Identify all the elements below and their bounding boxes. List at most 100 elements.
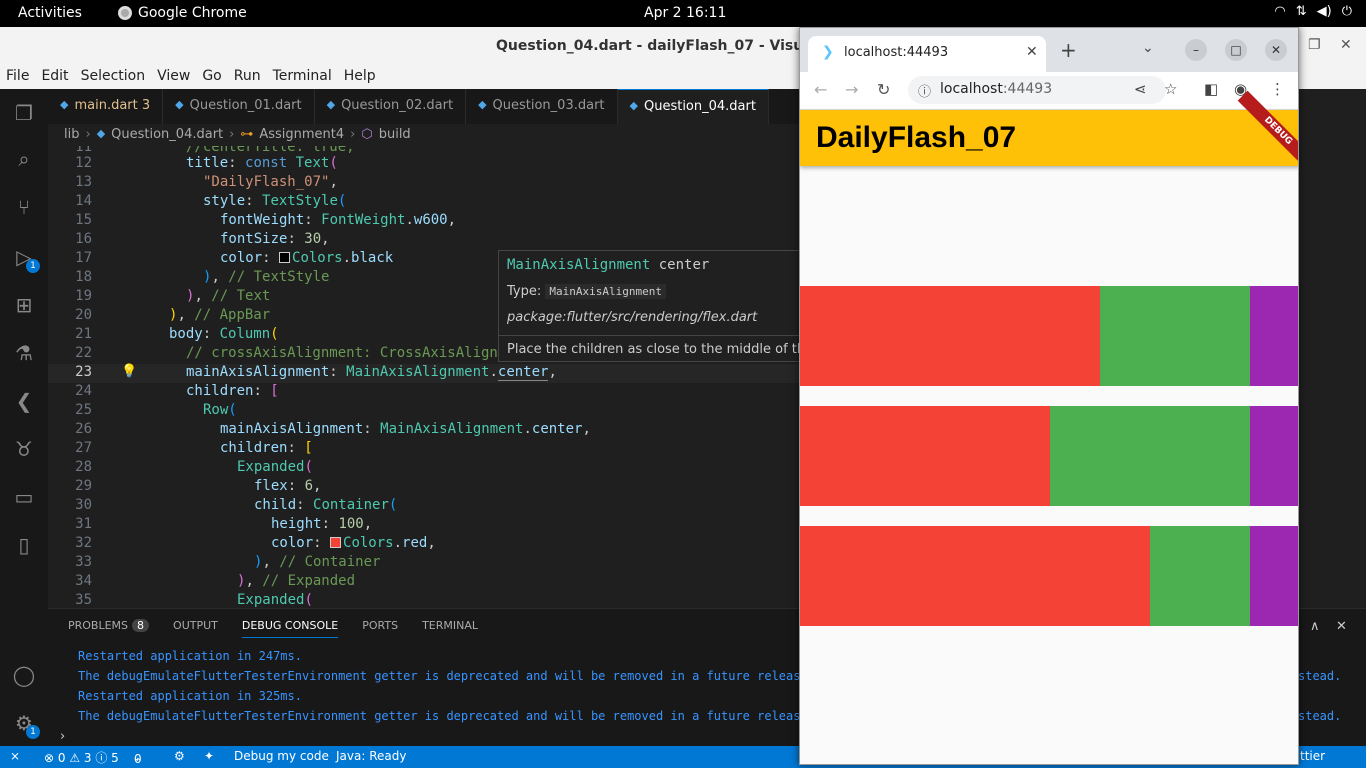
chrome-tab-strip: ❯ localhost:44493 ✕ + ⌄ – □ ✕ — [800, 28, 1298, 72]
app-bar-title: DailyFlash_07 — [816, 121, 1017, 154]
code-line: 28 Expanded( — [75, 459, 313, 475]
search-icon[interactable]: ⌕ — [12, 147, 36, 171]
code-editor[interactable]: 11//centerTitle: true, 12 title: const Te… — [48, 146, 800, 608]
tab-terminal[interactable]: TERMINAL — [422, 619, 478, 638]
menu-help[interactable]: Help — [344, 65, 382, 89]
address-bar[interactable]: ⓘ localhost:44493 — [908, 76, 1166, 104]
debug-status[interactable]: Debug my code — [234, 749, 329, 763]
maximize-panel-icon[interactable]: ∧ — [1310, 619, 1320, 634]
debug-icon[interactable]: ⚙ — [174, 749, 185, 763]
chrome-tab[interactable]: ❯ localhost:44493 ✕ — [808, 36, 1046, 72]
system-top-bar: Activities Google Chrome Apr 2 16:11 ◠ ⇅… — [0, 0, 1366, 27]
share-icon[interactable]: ⋖ — [1134, 80, 1147, 98]
app-menu[interactable]: Google Chrome — [118, 5, 247, 21]
app-name: Google Chrome — [138, 5, 247, 21]
activity-bar: ❐ ⌕ ⑂ ▷ 1 ⊞ ⚗ ❮ ♉ ▭ ▯ ◯ ⚙ 1 — [0, 89, 48, 746]
dart-icon: ◆ — [478, 98, 487, 111]
tab-question-02[interactable]: ◆ Question_02.dart — [315, 89, 467, 124]
menu-edit[interactable]: Edit — [41, 65, 74, 89]
maximize-icon[interactable]: □ — [1225, 39, 1247, 61]
device-icon[interactable]: ▯ — [12, 533, 36, 557]
dart-icon: ◆ — [60, 98, 69, 111]
menu-run[interactable]: Run — [234, 65, 267, 89]
forward-icon[interactable]: → — [845, 80, 858, 99]
tab-main-dart[interactable]: ◆ main.dart 3 — [48, 89, 164, 124]
explorer-icon[interactable]: ❐ — [12, 101, 36, 125]
problems-status[interactable]: ⊗ 0 ⚠ 3 ⓘ 5 — [44, 749, 119, 766]
network-icon: ⇅ — [1295, 4, 1307, 19]
tab-question-04[interactable]: ◆ Question_04.dart — [617, 89, 769, 124]
new-tab-icon[interactable]: + — [1060, 38, 1077, 62]
bookmark-star-icon[interactable]: ☆ — [1164, 80, 1177, 98]
chrome-tab-title: localhost:44493 — [844, 45, 949, 60]
flex-row — [800, 406, 1298, 506]
system-tray[interactable]: ◠ ⇅ ◀) ⏻ — [1274, 4, 1352, 19]
breadcrumb: lib › ◆ Question_04.dart › ⊶ Assignment4… — [48, 124, 800, 146]
wifi-icon: ◠ — [1274, 4, 1286, 19]
menu-file[interactable]: File — [6, 65, 35, 89]
color-swatch-red[interactable] — [330, 537, 342, 548]
dart-icon: ◆ — [629, 99, 638, 112]
breadcrumb-class[interactable]: Assignment4 — [259, 127, 344, 146]
account-icon[interactable]: ◯ — [12, 663, 36, 687]
code-line: 26 mainAxisAlignment: MainAxisAlignment.c… — [75, 421, 591, 437]
console-line: Restarted application in 325ms. — [78, 689, 302, 703]
tab-problems[interactable]: PROBLEMS 8 — [68, 619, 150, 638]
flutter-icon[interactable]: ❮ — [12, 389, 36, 413]
tab-question-01[interactable]: ◆ Question_01.dart — [163, 89, 315, 124]
flutter-favicon-icon: ❯ — [822, 44, 834, 60]
menu-go[interactable]: Go — [202, 65, 227, 89]
breadcrumb-file[interactable]: Question_04.dart — [111, 127, 223, 146]
info-icon[interactable]: ⓘ — [918, 81, 931, 100]
code-line: 29 flex: 6, — [75, 478, 322, 494]
console-prompt-icon[interactable]: › — [60, 729, 65, 744]
remote-icon[interactable]: ⨯ — [10, 749, 20, 763]
volume-icon: ◀) — [1316, 4, 1332, 19]
tab-debug-console[interactable]: DEBUG CONSOLE — [241, 619, 339, 638]
source-control-icon[interactable]: ⑂ — [12, 195, 36, 219]
code-line: 31 height: 100, — [75, 516, 373, 532]
extensions-icon[interactable]: ⊞ — [12, 293, 36, 317]
breadcrumb-folder[interactable]: lib — [64, 127, 79, 146]
code-line: 34), // Expanded — [75, 573, 356, 589]
restore-icon[interactable]: ❐ — [1308, 37, 1321, 53]
chevron-right-icon: › — [85, 127, 91, 142]
remote-explorer-icon[interactable]: ▭ — [12, 485, 36, 509]
flex-row — [800, 286, 1298, 386]
wand-icon[interactable]: ✦ — [204, 749, 214, 763]
tab-ports[interactable]: PORTS — [362, 619, 398, 638]
dart-icon: ◆ — [326, 98, 336, 111]
clock[interactable]: Apr 2 16:11 — [644, 5, 726, 21]
code-line: 13 "DailyFlash_07", — [75, 174, 338, 190]
back-icon[interactable]: ← — [814, 80, 827, 99]
breadcrumb-method[interactable]: build — [379, 127, 411, 146]
reload-icon[interactable]: ↻ — [877, 80, 890, 99]
activities-button[interactable]: Activities — [18, 5, 82, 21]
container-red — [800, 406, 1050, 506]
tab-question-03[interactable]: ◆ Question_03.dart — [466, 89, 618, 124]
lightbulb-icon[interactable]: 💡 — [121, 364, 137, 379]
kebab-menu-icon[interactable]: ⋮ — [1270, 80, 1285, 98]
flutter-app-bar: DailyFlash_07 DEBUG — [800, 90, 1298, 172]
minimize-icon[interactable]: – — [1185, 39, 1207, 61]
gitlab-icon[interactable]: ♉ — [12, 437, 36, 461]
menu-selection[interactable]: Selection — [81, 65, 152, 89]
tab-output[interactable]: OUTPUT — [173, 619, 218, 638]
java-status[interactable]: Java: Ready — [336, 749, 406, 763]
close-tab-icon[interactable]: ✕ — [1026, 44, 1038, 60]
close-icon[interactable]: ✕ — [1340, 37, 1352, 53]
console-line: The debugEmulateFlutterTesterEnvironment… — [78, 669, 815, 683]
side-panel-icon[interactable]: ◧ — [1204, 80, 1218, 98]
chevron-down-icon[interactable]: ⌄ — [1142, 40, 1154, 56]
window-close-icon[interactable]: ✕ — [1265, 39, 1287, 61]
menu-view[interactable]: View — [157, 65, 196, 89]
chevron-right-icon: › — [350, 127, 356, 142]
container-red — [800, 286, 1100, 386]
prettier-status[interactable]: ttier — [1300, 749, 1325, 763]
chrome-toolbar: ← → ↻ ⓘ localhost:44493 ⋖ ☆ ◧ ◉ ⋮ — [800, 72, 1298, 110]
testing-icon[interactable]: ⚗ — [12, 341, 36, 365]
menu-terminal[interactable]: Terminal — [273, 65, 338, 89]
color-swatch-black[interactable] — [279, 252, 291, 263]
close-panel-icon[interactable]: ✕ — [1336, 619, 1347, 634]
code-line: 30 child: Container( — [75, 497, 398, 513]
